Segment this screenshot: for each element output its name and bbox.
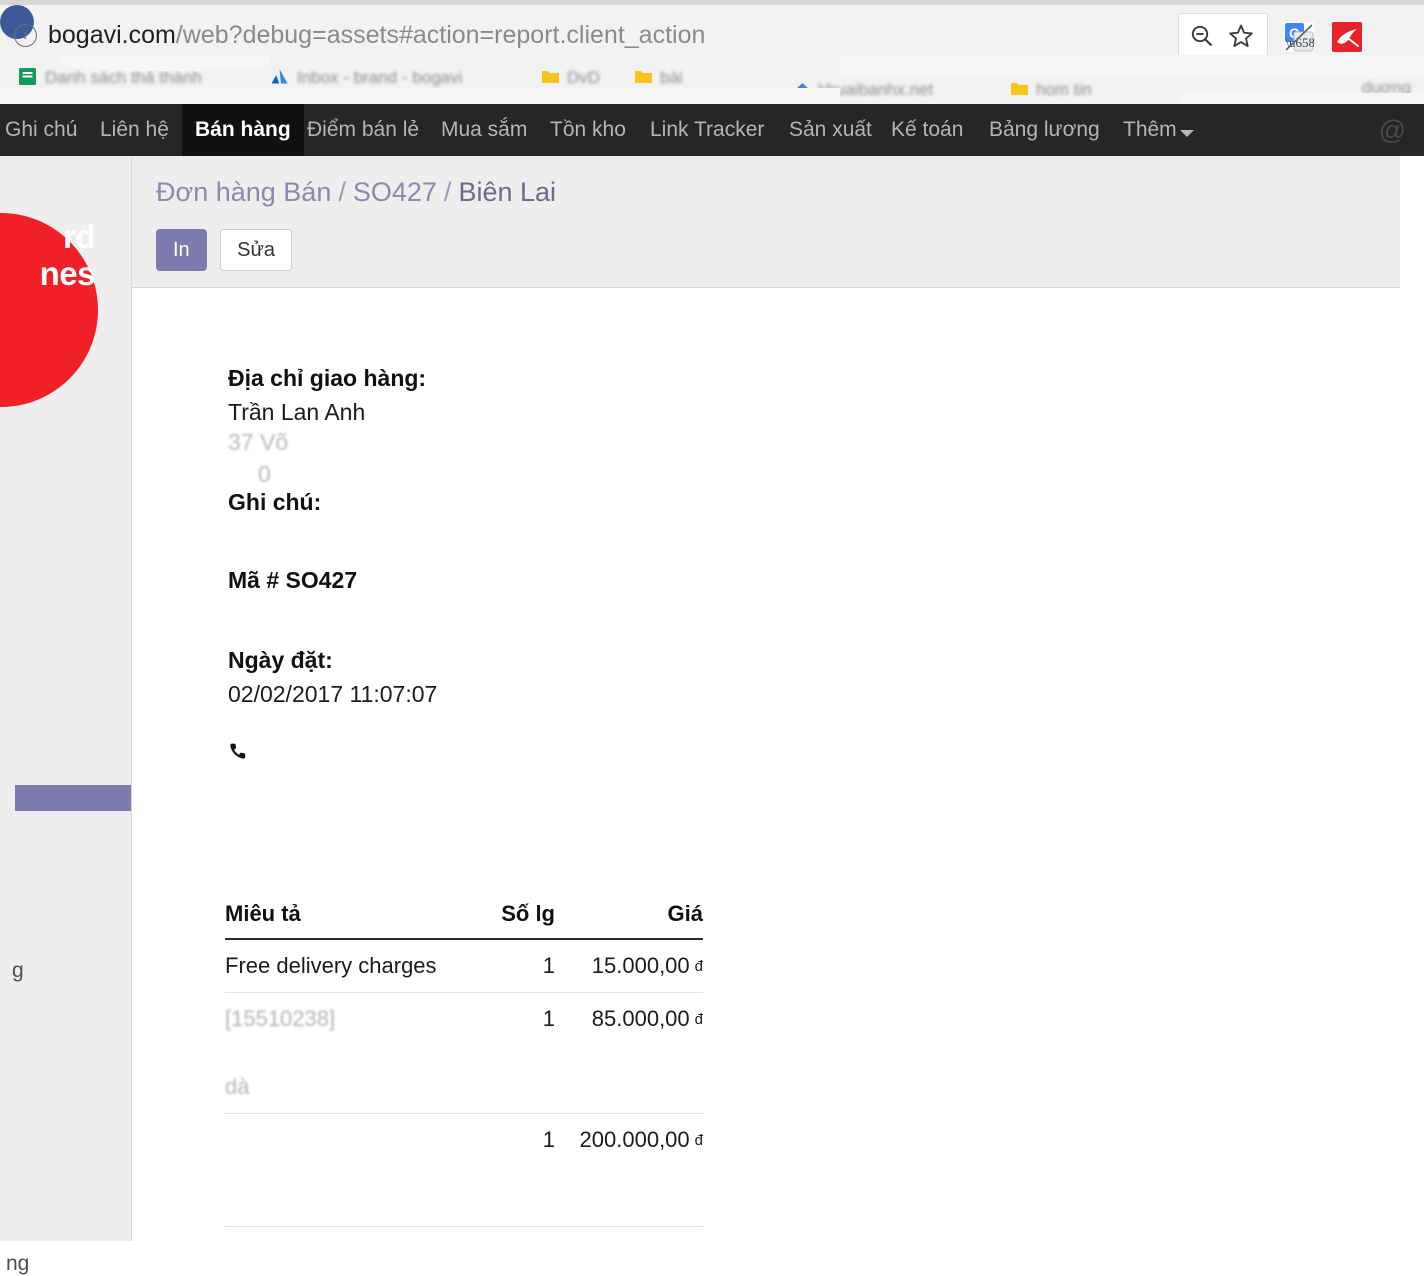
render-artifact-band (0, 88, 840, 104)
bookmark-folder-icon[interactable] (1010, 79, 1029, 98)
render-artifact-band (840, 55, 1424, 77)
odoo-top-navbar: Ghi chú Liên hệ Bán hàng Điểm bán lẻ Mua… (0, 104, 1424, 156)
nav-item-diem-ban-le[interactable]: Điểm bán lẻ (294, 104, 432, 156)
bookmarks-bar: Danh sách thả thành Inbox - brand - boga… (0, 55, 1424, 104)
bookmark-sheets-icon[interactable] (18, 67, 37, 86)
bookmark-label[interactable]: DvD (567, 68, 600, 88)
nav-item-bang-luong[interactable]: Bảng lương (976, 104, 1113, 156)
ghost-text-fragment: g (12, 959, 24, 982)
print-button[interactable]: In (156, 229, 207, 271)
cell-price: 85.000,00 đ (555, 992, 703, 1114)
omnibox-row: i bogavi.com/web?debug=assets#action=rep… (0, 5, 1424, 58)
line-items-table: Miêu tả Số lg Giá Free delivery charges … (225, 901, 703, 1227)
bookmark-label[interactable]: hom tin (1036, 80, 1092, 100)
nav-item-ghi-chu[interactable]: Ghi chú (0, 104, 90, 156)
nav-item-mua-sam[interactable]: Mua sắm (428, 104, 540, 156)
cell-description: [15510238] dà (225, 992, 475, 1114)
control-panel: Đơn hàng Bán / SO427/Biên Lai In Sửa (132, 156, 1400, 288)
breadcrumb-separator: / (338, 177, 346, 207)
shipping-address-label: Địa chỉ giao hàng: (228, 365, 427, 391)
cell-description: Free delivery charges (225, 939, 475, 993)
page-body: rd nes g ng Đơn hàng Bán / SO427/Biên Lai … (0, 156, 1424, 1275)
nav-item-san-xuat[interactable]: Sản xuất (776, 104, 885, 156)
currency-symbol: đ (694, 958, 703, 975)
url-host: bogavi.com (48, 21, 176, 49)
cell-description-text: dà (225, 1074, 250, 1099)
browser-chrome: i bogavi.com/web?debug=assets#action=rep… (0, 0, 1424, 104)
breadcrumb: Đơn hàng Bán / SO427/Biên Lai (156, 177, 556, 208)
breadcrumb-item-order[interactable]: SO427 (353, 177, 437, 207)
zoom-out-icon[interactable] (1190, 24, 1214, 48)
ghost-text-fragment: ng (6, 1252, 30, 1275)
table-row: Free delivery charges 1 15.000,00 đ (225, 939, 703, 993)
phone-icon (230, 743, 246, 759)
bookmark-folder-icon[interactable] (541, 67, 560, 86)
edit-button[interactable]: Sửa (220, 229, 292, 271)
customer-phone: 0 (258, 461, 271, 487)
nav-item-ton-kho[interactable]: Tồn kho (537, 104, 639, 156)
address-bar-url[interactable]: bogavi.com/web?debug=assets#action=repor… (48, 18, 705, 52)
cell-description-text (225, 1127, 475, 1213)
bookmark-label[interactable]: Inbox - brand - bogavi (297, 68, 462, 88)
render-artifact-band (1180, 93, 1424, 104)
cell-price: 200.000,00 đ (555, 1113, 703, 1227)
render-artifact-band (60, 55, 270, 71)
table-row: [15510238] dà 1 85.000,00 đ (225, 992, 703, 1114)
cell-quantity: 1 (475, 939, 555, 993)
order-code: Mã # SO427 (228, 567, 358, 593)
bookmark-folder-icon[interactable] (634, 67, 653, 86)
nav-item-lien-he[interactable]: Liên hệ (87, 104, 182, 156)
currency-symbol: đ (694, 1011, 703, 1028)
bookmark-label[interactable]: bài (660, 68, 683, 88)
nav-item-ke-toan[interactable]: Kế toán (878, 104, 976, 156)
bird-extension-icon[interactable] (1332, 22, 1362, 52)
brand-circle-line-1: rd (63, 218, 96, 255)
column-header-quantity: Số lg (475, 901, 555, 940)
breadcrumb-item-orders[interactable]: Đơn hàng Bán (156, 177, 331, 207)
action-button-group: In Sửa (156, 229, 292, 271)
brand-circle-line-2: nes (39, 255, 96, 292)
bookmark-star-icon[interactable] (1228, 23, 1254, 49)
order-date-label: Ngày đặt: (228, 647, 333, 673)
order-date-value: 02/02/2017 11:07:07 (228, 681, 438, 707)
ghost-purple-bar (15, 785, 131, 811)
nav-item-them[interactable]: Thêm (1110, 104, 1190, 156)
cell-quantity: 1 (475, 992, 555, 1114)
url-path: /web?debug=assets#action=report.client_a… (175, 21, 706, 49)
site-info-icon[interactable]: i (14, 24, 37, 47)
cell-description (225, 1113, 475, 1227)
table-row: 1 200.000,00 đ (225, 1113, 703, 1227)
report-sheet: Địa chỉ giao hàng: Trần Lan Anh 37 Võ 0 … (132, 289, 1400, 1241)
cell-quantity: 1 (475, 1113, 555, 1227)
customer-name: Trần Lan Anh (228, 399, 366, 425)
price-amount: 15.000,00 (591, 953, 690, 978)
left-ghost-panel: rd nes g ng (0, 156, 131, 1275)
nav-item-ban-hang[interactable]: Bán hàng (182, 104, 304, 156)
cell-price: 15.000,00 đ (555, 939, 703, 993)
price-amount: 85.000,00 (591, 1006, 690, 1031)
breadcrumb-item-current: Biên Lai (458, 177, 557, 207)
google-translate-extension-icon[interactable]: G \u6587 (1284, 22, 1322, 52)
cell-description-code: [15510238] (225, 1006, 336, 1031)
messaging-at-icon[interactable]: @ (1379, 104, 1406, 156)
bookmark-label[interactable]: Danh sách thả thành (45, 68, 202, 88)
brand-circle-text: rd nes (0, 218, 98, 292)
bookmark-atlassian-icon[interactable] (270, 67, 289, 86)
table-header-row: Miêu tả Số lg Giá (225, 901, 703, 940)
currency-symbol: đ (694, 1132, 703, 1149)
breadcrumb-separator: / (443, 177, 452, 207)
column-header-price: Giá (555, 901, 703, 940)
price-amount: 200.000,00 (579, 1127, 690, 1152)
shipping-address-line: 37 Võ (228, 429, 289, 455)
column-header-description: Miêu tả (225, 901, 475, 940)
nav-item-link-tracker[interactable]: Link Tracker (637, 104, 777, 156)
chevron-down-icon[interactable] (1180, 130, 1194, 137)
note-label: Ghi chú: (228, 489, 322, 515)
